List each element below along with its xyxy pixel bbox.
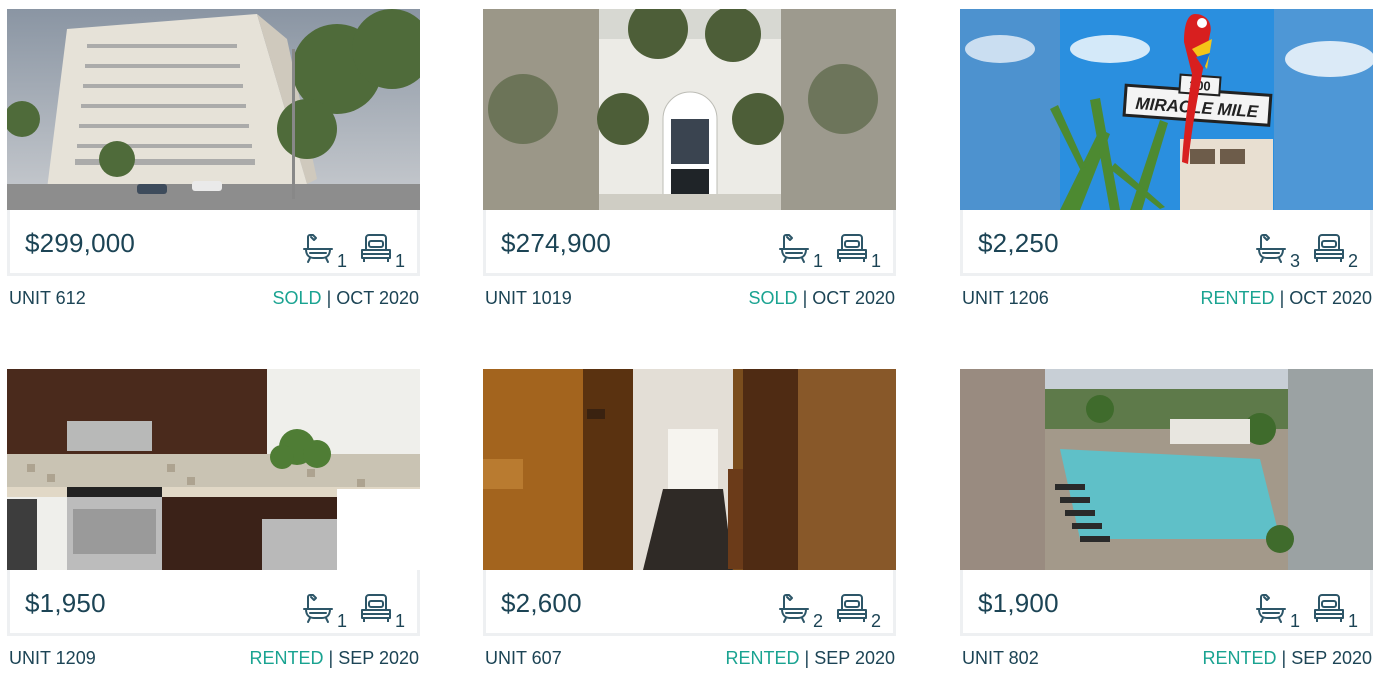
bath-count: 1 xyxy=(301,232,347,270)
listing-photo[interactable]: MIRACLE MILE 100 xyxy=(960,9,1373,210)
bathtub-icon xyxy=(777,232,811,266)
status-date: OCT 2020 xyxy=(812,288,895,308)
listing-photo[interactable] xyxy=(7,369,420,570)
bath-count: 1 xyxy=(1254,592,1300,630)
bath-count: 1 xyxy=(301,592,347,630)
bed-count: 2 xyxy=(1312,232,1358,270)
bed-icon xyxy=(835,232,869,266)
status-date: SEP 2020 xyxy=(814,648,895,668)
status-line: RENTED | SEP 2020 xyxy=(249,648,419,668)
bath-count: 2 xyxy=(777,592,823,630)
bathtub-icon xyxy=(301,592,335,626)
bathtub-icon xyxy=(1254,592,1288,626)
bed-count: 1 xyxy=(359,232,405,270)
listing-features: 3 2 xyxy=(1242,218,1358,270)
status-badge: RENTED xyxy=(1200,288,1275,308)
bed-icon xyxy=(1312,232,1346,266)
listing-meta: UNIT 607 RENTED | SEP 2020 xyxy=(483,636,896,673)
listing-meta: UNIT 1206 RENTED | OCT 2020 xyxy=(960,276,1373,320)
bed-icon xyxy=(1312,592,1346,626)
hallway-photo xyxy=(483,369,896,570)
status-badge: RENTED xyxy=(725,648,800,668)
bathtub-icon xyxy=(301,232,335,266)
unit-label[interactable]: UNIT 802 xyxy=(962,648,1039,669)
status-badge: RENTED xyxy=(249,648,324,668)
status-line: RENTED | SEP 2020 xyxy=(725,648,895,668)
listing-photo[interactable] xyxy=(483,369,896,570)
listing-price: $2,600 xyxy=(501,588,582,618)
listing-summary: $1,950 1 1 xyxy=(7,570,420,636)
listing-meta: UNIT 802 RENTED | SEP 2020 xyxy=(960,636,1373,673)
status-line: SOLD | OCT 2020 xyxy=(748,288,895,308)
pool-view-photo xyxy=(960,369,1373,570)
bathtub-icon xyxy=(1254,232,1288,266)
listing-card[interactable]: $299,000 1 1 UNIT 612 SOLD | OCT 2020 xyxy=(7,9,420,320)
status-badge: RENTED xyxy=(1202,648,1277,668)
miracle-mile-sign-photo: MIRACLE MILE 100 xyxy=(960,9,1373,210)
listing-features: 1 1 xyxy=(765,218,881,270)
listing-meta: UNIT 612 SOLD | OCT 2020 xyxy=(7,276,420,320)
status-date: SEP 2020 xyxy=(1291,648,1372,668)
bath-count: 3 xyxy=(1254,232,1300,270)
bath-count: 1 xyxy=(777,232,823,270)
bathtub-icon xyxy=(777,592,811,626)
listing-features: 1 1 xyxy=(289,578,405,630)
unit-label[interactable]: UNIT 1206 xyxy=(962,288,1049,309)
listing-card[interactable]: $1,900 1 1 UNIT 802 RENTED | SEP 2020 xyxy=(960,369,1373,673)
listing-summary: $2,250 3 2 xyxy=(960,210,1373,276)
listing-meta: UNIT 1019 SOLD | OCT 2020 xyxy=(483,276,896,320)
status-badge: SOLD xyxy=(748,288,798,308)
listing-summary: $1,900 1 1 xyxy=(960,570,1373,636)
listing-summary: $2,600 2 2 xyxy=(483,570,896,636)
listing-card[interactable]: $2,600 2 2 UNIT 607 RENTED | SEP 2020 xyxy=(483,369,896,673)
listing-meta: UNIT 1209 RENTED | SEP 2020 xyxy=(7,636,420,673)
unit-label[interactable]: UNIT 612 xyxy=(9,288,86,309)
status-line: RENTED | OCT 2020 xyxy=(1200,288,1372,308)
listing-card[interactable]: MIRACLE MILE 100 $2, xyxy=(960,9,1373,320)
listing-summary: $274,900 1 1 xyxy=(483,210,896,276)
unit-label[interactable]: UNIT 1019 xyxy=(485,288,572,309)
building-exterior-photo xyxy=(7,9,420,210)
listings-grid: $299,000 1 1 UNIT 612 SOLD | OCT 2020 $2… xyxy=(0,0,1387,673)
unit-label[interactable]: UNIT 1209 xyxy=(9,648,96,669)
status-line: RENTED | SEP 2020 xyxy=(1202,648,1372,668)
listing-summary: $299,000 1 1 xyxy=(7,210,420,276)
listing-price: $1,900 xyxy=(978,588,1059,618)
bed-icon xyxy=(359,232,393,266)
status-date: OCT 2020 xyxy=(336,288,419,308)
listing-photo[interactable] xyxy=(7,9,420,210)
kitchen-photo xyxy=(7,369,420,570)
status-badge: SOLD xyxy=(272,288,322,308)
bed-count: 2 xyxy=(835,592,881,630)
listing-photo[interactable] xyxy=(960,369,1373,570)
listing-price: $1,950 xyxy=(25,588,106,618)
listing-card[interactable]: $274,900 1 1 UNIT 1019 SOLD | OCT 2020 xyxy=(483,9,896,320)
listing-price: $274,900 xyxy=(501,228,612,258)
listing-price: $2,250 xyxy=(978,228,1059,258)
bed-icon xyxy=(359,592,393,626)
listing-card[interactable]: $1,950 1 1 UNIT 1209 RENTED | SEP 2020 xyxy=(7,369,420,673)
bed-icon xyxy=(835,592,869,626)
listing-features: 1 1 xyxy=(1242,578,1358,630)
listing-features: 1 1 xyxy=(289,218,405,270)
unit-label[interactable]: UNIT 607 xyxy=(485,648,562,669)
bed-count: 1 xyxy=(359,592,405,630)
listing-photo[interactable] xyxy=(483,9,896,210)
status-line: SOLD | OCT 2020 xyxy=(272,288,419,308)
bed-count: 1 xyxy=(1312,592,1358,630)
building-entrance-photo xyxy=(483,9,896,210)
status-date: SEP 2020 xyxy=(338,648,419,668)
bed-count: 1 xyxy=(835,232,881,270)
listing-features: 2 2 xyxy=(765,578,881,630)
status-date: OCT 2020 xyxy=(1289,288,1372,308)
listing-price: $299,000 xyxy=(25,228,136,258)
